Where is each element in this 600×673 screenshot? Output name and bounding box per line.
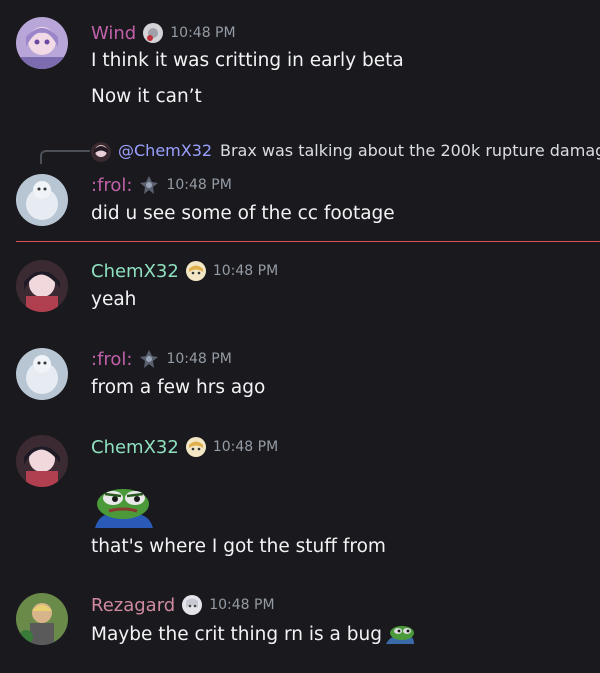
message-chemx32: ChemX32 10:48 PM yeah: [0, 250, 600, 330]
role-icon[interactable]: [138, 174, 160, 196]
timestamp[interactable]: 10:48 PM: [213, 439, 278, 455]
timestamp[interactable]: 10:48 PM: [209, 597, 274, 613]
frog-emoji[interactable]: [384, 622, 416, 644]
message-text: I think it was critting in early beta: [91, 50, 404, 71]
message-text: did u see some of the cc footage: [91, 203, 395, 224]
avatar[interactable]: [16, 348, 68, 400]
message-header: :frol: 10:48 PM: [91, 346, 232, 372]
username[interactable]: :frol:: [91, 349, 132, 370]
message-header: Rezagard 10:48 PM: [91, 592, 275, 618]
reply-mention[interactable]: @ChemX32: [118, 141, 212, 160]
reply-avatar: [91, 142, 111, 162]
username[interactable]: ChemX32: [91, 437, 179, 458]
message-chemx32: ChemX32 10:48 PM that's where I got the …: [0, 425, 600, 575]
message-header: ChemX32 10:48 PM: [91, 258, 278, 284]
message-text: from a few hrs ago: [91, 377, 266, 398]
message-rezagard: Rezagard 10:48 PM Maybe the crit thing r…: [0, 583, 600, 673]
avatar[interactable]: [16, 174, 68, 226]
avatar[interactable]: [16, 260, 68, 312]
message-text-content: Maybe the crit thing rn is a bug: [91, 624, 382, 645]
message-text: Now it can’t: [91, 86, 202, 107]
message-frol: :frol: 10:48 PM did u see some of the cc…: [0, 160, 600, 240]
timestamp[interactable]: 10:48 PM: [170, 25, 235, 41]
message-frol: :frol: 10:48 PM from a few hrs ago: [0, 338, 600, 418]
role-icon[interactable]: [185, 436, 207, 458]
username[interactable]: ChemX32: [91, 261, 179, 282]
timestamp[interactable]: 10:48 PM: [166, 177, 231, 193]
role-icon[interactable]: [181, 594, 203, 616]
message-text: yeah: [91, 289, 137, 310]
role-icon[interactable]: [185, 260, 207, 282]
timestamp[interactable]: 10:48 PM: [213, 263, 278, 279]
role-icon[interactable]: [138, 348, 160, 370]
avatar[interactable]: [16, 17, 68, 69]
message-header: Wind 10:48 PM: [91, 20, 236, 46]
role-icon[interactable]: [142, 22, 164, 44]
avatar[interactable]: [16, 435, 68, 487]
username[interactable]: :frol:: [91, 175, 132, 196]
username[interactable]: Wind: [91, 23, 136, 44]
message-header: :frol: 10:48 PM: [91, 172, 232, 198]
reply-text[interactable]: Brax was talking about the 200k rupture …: [220, 141, 600, 160]
pepe-frog-emoji[interactable]: [91, 484, 155, 528]
message-text: Maybe the crit thing rn is a bug: [91, 622, 416, 645]
message-wind: Wind 10:48 PM I think it was critting in…: [0, 0, 600, 125]
username[interactable]: Rezagard: [91, 595, 175, 616]
avatar[interactable]: [16, 593, 68, 645]
message-text: that's where I got the stuff from: [91, 536, 386, 557]
new-messages-divider: [16, 241, 600, 242]
timestamp[interactable]: 10:48 PM: [166, 351, 231, 367]
message-header: ChemX32 10:48 PM: [91, 434, 278, 460]
